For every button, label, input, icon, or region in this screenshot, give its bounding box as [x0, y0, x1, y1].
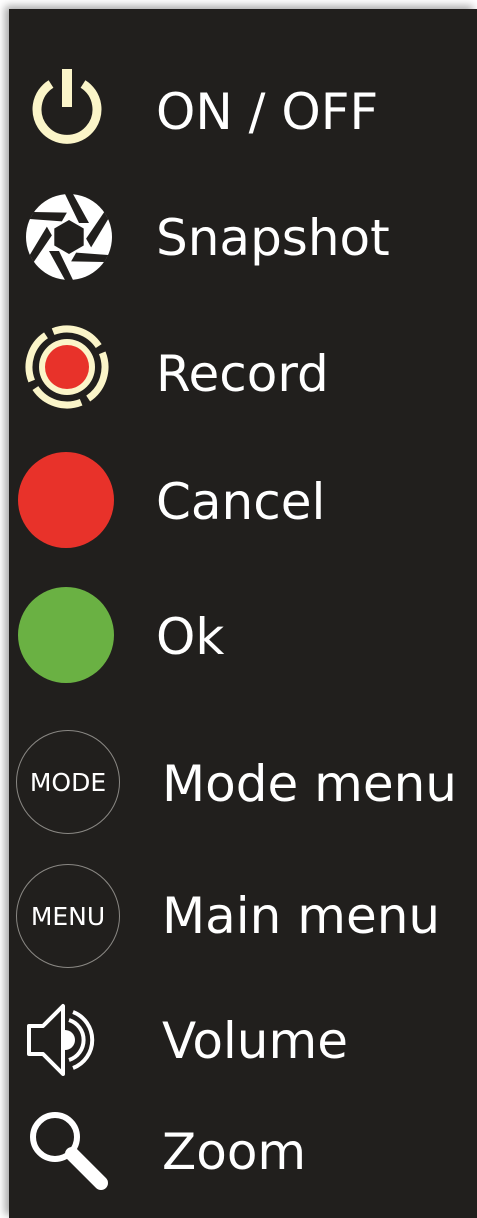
- legend-item-power: ON / OFF: [9, 67, 477, 159]
- legend-item-snapshot: Snapshot: [9, 189, 477, 289]
- controls-legend-panel: ON / OFF Snapshot Record Cancel Ok MODE …: [9, 9, 477, 1218]
- legend-label-volume: Volume: [162, 1012, 348, 1070]
- green-circle-icon: [18, 587, 114, 683]
- legend-label-record: Record: [156, 345, 329, 403]
- speaker-icon: [27, 1004, 95, 1076]
- legend-item-cancel: Cancel: [9, 449, 477, 553]
- red-circle-icon: [18, 452, 114, 548]
- legend-item-main-menu: MENU Main menu: [9, 861, 477, 971]
- mode-button-icon: MODE: [16, 730, 120, 834]
- legend-label-mode-menu: Mode menu: [162, 755, 457, 813]
- legend-label-cancel: Cancel: [156, 473, 326, 531]
- aperture-icon: [26, 194, 112, 280]
- legend-label-ok: Ok: [156, 608, 225, 666]
- legend-label-snapshot: Snapshot: [156, 209, 390, 267]
- legend-item-record: Record: [9, 319, 477, 419]
- legend-item-mode-menu: MODE Mode menu: [9, 727, 477, 837]
- magnifier-icon: [30, 1112, 108, 1190]
- record-icon: [25, 325, 109, 409]
- legend-label-zoom: Zoom: [162, 1123, 307, 1181]
- legend-label-power: ON / OFF: [156, 83, 379, 141]
- menu-button-icon: MENU: [16, 864, 120, 968]
- legend-item-zoom: Zoom: [9, 1109, 477, 1199]
- legend-label-main-menu: Main menu: [162, 887, 441, 945]
- power-icon: [32, 69, 102, 144]
- legend-item-volume: Volume: [9, 1002, 477, 1082]
- legend-item-ok: Ok: [9, 584, 477, 688]
